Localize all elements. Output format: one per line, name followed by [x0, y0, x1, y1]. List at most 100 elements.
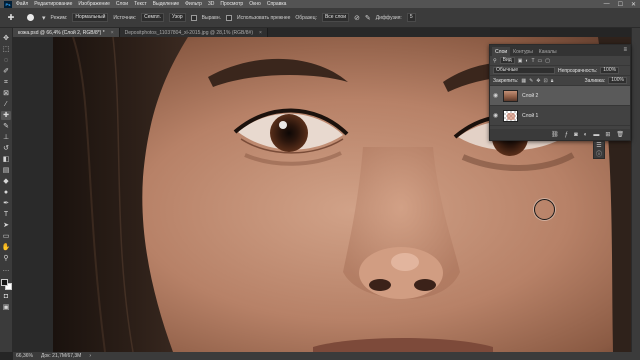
menu-image[interactable]: Изображение [78, 1, 110, 7]
ignore-adjustment-layers-icon[interactable]: ⊘ [354, 14, 360, 22]
aligned-checkbox[interactable] [190, 14, 197, 21]
brush-size-picker[interactable] [23, 12, 37, 24]
mode-label: Режим: [50, 14, 68, 21]
crop-tool-icon[interactable]: ⌗ [1, 78, 11, 87]
document-tab-bar: кожа.psd @ 66,4% (Слой 2, RGB/8*) * × De… [13, 28, 490, 37]
rectangle-tool-icon[interactable]: ▭ [1, 232, 11, 241]
eraser-tool-icon[interactable]: ◧ [1, 155, 11, 164]
adjustment-layer-icon[interactable]: ◐ [584, 132, 588, 138]
new-group-icon[interactable]: ▬ [593, 132, 599, 138]
visibility-eye-icon[interactable]: ◉ [493, 112, 499, 119]
menu-help[interactable]: Справка [267, 1, 287, 7]
layer-style-icon[interactable]: ƒ [565, 132, 568, 138]
menu-filter[interactable]: Фильтр [185, 1, 202, 7]
info-panel-icon[interactable]: ⓘ [596, 149, 602, 158]
lock-all-icon[interactable]: 🔒︎ [551, 78, 554, 84]
type-tool-icon[interactable]: T [1, 210, 11, 219]
delete-layer-icon[interactable]: 🗑︎ [616, 131, 624, 138]
path-selection-tool-icon[interactable]: ➤ [1, 221, 11, 230]
zoom-level[interactable]: 66,36% [16, 353, 33, 359]
brush-tool-icon[interactable]: ✎ [1, 122, 11, 131]
menu-layer[interactable]: Слои [116, 1, 128, 7]
minimize-button[interactable]: — [604, 1, 610, 7]
zoom-tool-icon[interactable]: ⚲ [1, 254, 11, 263]
tab-paths[interactable]: Контуры [510, 47, 536, 56]
sample-select[interactable]: Все слои [321, 13, 350, 22]
filter-type-icon[interactable]: T [531, 58, 534, 64]
menu-select[interactable]: Выделение [153, 1, 180, 7]
pen-tool-icon[interactable]: ✒ [1, 199, 11, 208]
quick-mask-icon[interactable]: ◘ [1, 292, 11, 301]
tab-channels[interactable]: Каналы [536, 47, 560, 56]
fill-field[interactable]: 100% [608, 77, 627, 84]
filter-kind-select[interactable]: Вид [499, 57, 515, 64]
layer-thumbnail [503, 89, 518, 102]
link-layers-icon[interactable]: ⛓ [551, 131, 559, 138]
document-size[interactable]: Док: 21,7М/67,3М [41, 353, 81, 359]
source-sample-button[interactable]: Семпл. [141, 13, 164, 22]
menu-file[interactable]: Файл [16, 1, 28, 7]
layer-row[interactable]: ◉ Слой 2 [490, 86, 630, 106]
gradient-tool-icon[interactable]: ▤ [1, 166, 11, 175]
add-mask-icon[interactable]: ◙ [574, 132, 578, 138]
mode-select[interactable]: Нормальный [72, 13, 109, 22]
document-tab[interactable]: Depositphotos_11037804_xl-2015.jpg @ 28,… [119, 28, 268, 37]
layer-row[interactable]: ◉ Слой 1 [490, 106, 630, 126]
marquee-tool-icon[interactable]: ⬚ [1, 45, 11, 54]
visibility-eye-icon[interactable]: ◉ [493, 92, 499, 99]
color-swatches[interactable] [0, 279, 12, 290]
healing-brush-tool-icon[interactable]: ✚ [1, 111, 11, 120]
eyedropper-tool-icon[interactable]: ⁄ [1, 100, 11, 109]
maximize-button[interactable]: ☐ [618, 1, 623, 8]
close-tab-icon[interactable]: × [111, 30, 114, 36]
lock-image-icon[interactable]: ✎ [529, 78, 533, 84]
right-panel-dock [631, 28, 640, 352]
new-layer-icon[interactable]: ⊞ [605, 131, 610, 138]
screen-mode-icon[interactable]: ▣ [1, 303, 11, 312]
menu-view[interactable]: Просмотр [220, 1, 243, 7]
filter-pixel-icon[interactable]: ▣ [518, 58, 523, 64]
lock-transparent-icon[interactable]: ▦ [521, 78, 526, 84]
blend-mode-select[interactable]: Обычные [493, 67, 555, 74]
menu-window[interactable]: Окно [249, 1, 261, 7]
close-tab-icon[interactable]: × [259, 30, 262, 36]
lock-position-icon[interactable]: ✥ [536, 78, 540, 84]
status-arrow-icon[interactable]: › [89, 353, 91, 359]
healing-brush-tool-preset-icon[interactable]: ✚ [4, 12, 18, 24]
filter-adjustment-icon[interactable]: ◐ [525, 58, 528, 64]
foreground-color-swatch[interactable] [0, 279, 8, 286]
menu-3d[interactable]: 3D [208, 1, 214, 7]
dodge-tool-icon[interactable]: ● [1, 188, 11, 197]
quick-selection-tool-icon[interactable]: ✐ [1, 67, 11, 76]
opacity-field[interactable]: 100% [600, 67, 620, 74]
blur-tool-icon[interactable]: ◆ [1, 177, 11, 186]
diffusion-field[interactable]: 5 [406, 13, 416, 22]
menu-bar: Ps Файл Редактирование Изображение Слои … [0, 0, 640, 8]
panel-menu-icon[interactable]: ≡ [623, 47, 627, 53]
lock-artboard-icon[interactable]: ⊡ [543, 78, 547, 84]
properties-panel-icon[interactable]: ☰ [596, 142, 601, 149]
history-brush-tool-icon[interactable]: ↺ [1, 144, 11, 153]
layer-thumbnail [503, 109, 518, 122]
hand-tool-icon[interactable]: ✋ [1, 243, 11, 252]
menu-edit[interactable]: Редактирование [34, 1, 72, 7]
diffusion-label: Диффузия: [375, 14, 402, 21]
source-pattern-button[interactable]: Узор [168, 13, 186, 22]
use-legacy-checkbox[interactable] [225, 14, 232, 21]
move-tool-icon[interactable]: ✥ [1, 34, 11, 43]
frame-tool-icon[interactable]: ⊠ [1, 89, 11, 98]
aligned-label: Выравн. [201, 14, 221, 21]
lasso-tool-icon[interactable]: ◌ [1, 56, 11, 65]
filter-shape-icon[interactable]: ▭ [538, 58, 543, 64]
close-window-button[interactable]: ✕ [631, 1, 636, 8]
document-tab[interactable]: кожа.psd @ 66,4% (Слой 2, RGB/8*) * × [13, 28, 120, 37]
tab-layers[interactable]: Слои [492, 47, 511, 56]
more-tools-icon[interactable]: … [1, 265, 11, 274]
fill-label: Заливка: [584, 77, 606, 84]
menu-type[interactable]: Текст [134, 1, 147, 7]
clone-stamp-tool-icon[interactable]: ⊥ [1, 133, 11, 142]
blend-row: Обычные Непрозрачность: 100% [490, 66, 630, 76]
brush-settings-icon[interactable]: ▾ [42, 14, 46, 22]
pressure-size-icon[interactable]: ✎ [365, 14, 371, 22]
filter-smart-object-icon[interactable]: ▢ [545, 58, 550, 64]
